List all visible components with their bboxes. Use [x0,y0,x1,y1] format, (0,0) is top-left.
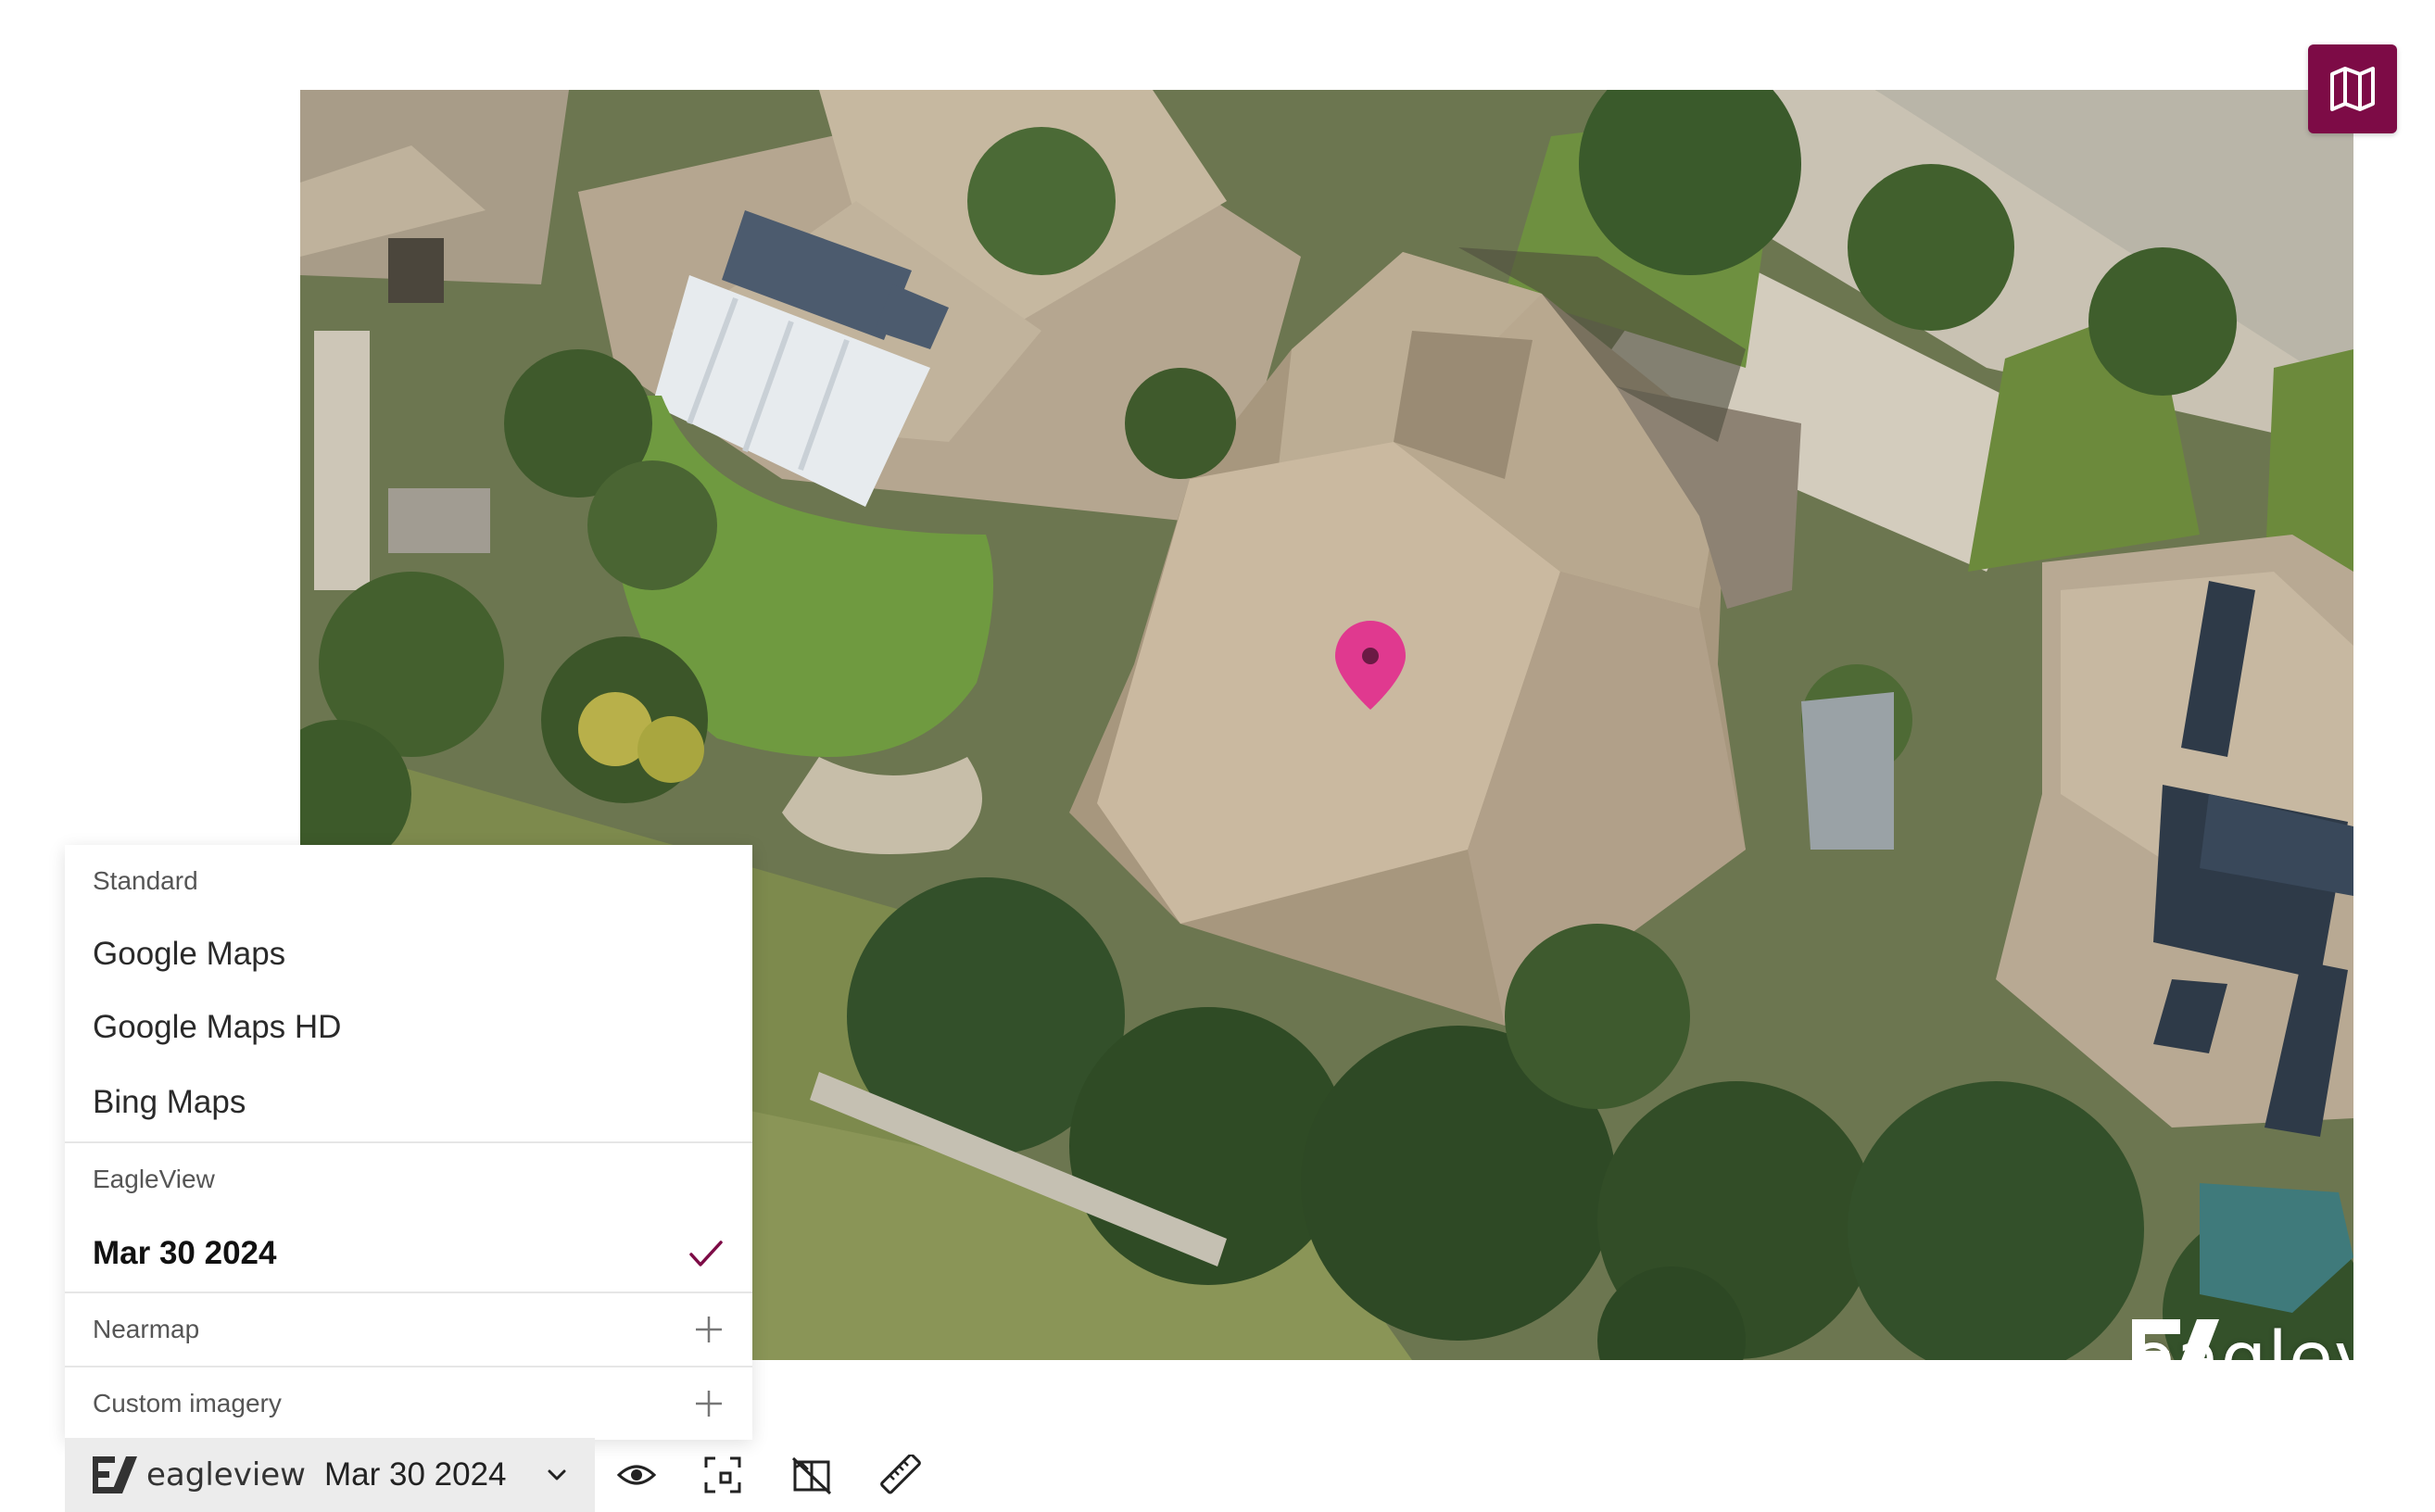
option-bing-maps[interactable]: Bing Maps [65,1064,752,1141]
ruler-icon [880,1455,921,1494]
custom-imagery-header-label: Custom imagery [93,1389,282,1418]
option-label: Google Maps [93,935,286,972]
source-date: Mar 30 2024 [324,1456,507,1493]
eye-icon [616,1465,657,1485]
imagery-source-menu: Standard Google Maps Google Maps HD Bing… [65,845,752,1440]
map-toolbar: eagleview Mar 30 2024 [65,1438,945,1512]
map-icon [2330,67,2375,111]
plus-icon[interactable] [693,1314,725,1345]
standard-header-label: Standard [93,866,198,895]
nearmap-group[interactable]: Nearmap [65,1293,752,1367]
eagleview-watermark: eagleview ® [2130,1317,2353,1360]
standard-header: Standard [65,845,752,917]
visibility-button[interactable] [595,1438,678,1512]
nearmap-header-label: Nearmap [93,1315,200,1343]
map-view-toggle-button[interactable] [2308,44,2397,133]
eagleview-header: EagleView [65,1143,752,1216]
imagery-source-select[interactable]: eagleview Mar 30 2024 [65,1438,595,1512]
option-label: Mar 30 2024 [93,1235,277,1271]
crop-frame-icon [704,1456,741,1493]
plus-icon[interactable] [693,1388,725,1419]
option-google-maps[interactable]: Google Maps [65,917,752,990]
source-name: eagleview [146,1456,306,1493]
nearmap-header[interactable]: Nearmap [65,1293,752,1366]
option-label: Bing Maps [93,1084,246,1120]
option-eagleview-date[interactable]: Mar 30 2024 [65,1216,752,1292]
measure-button[interactable] [856,1438,945,1512]
compare-imagery-button[interactable] [767,1438,856,1512]
custom-imagery-group[interactable]: Custom imagery [65,1367,752,1440]
compare-map-icon [791,1456,832,1495]
custom-imagery-header[interactable]: Custom imagery [65,1367,752,1440]
option-label: Google Maps HD [93,1008,342,1045]
standard-group: Standard Google Maps Google Maps HD Bing… [65,845,752,1143]
chevron-down-icon [548,1469,566,1480]
eagleview-group: EagleView Mar 30 2024 [65,1143,752,1293]
eagleview-logo-mark-icon [93,1456,137,1493]
crop-area-button[interactable] [678,1438,767,1512]
property-pin-icon[interactable] [1331,619,1409,712]
option-google-maps-hd[interactable]: Google Maps HD [65,990,752,1064]
eagleview-header-label: EagleView [93,1165,215,1193]
eagleview-logo-mark-icon [2132,1319,2219,1360]
checkmark-icon [689,1241,723,1266]
